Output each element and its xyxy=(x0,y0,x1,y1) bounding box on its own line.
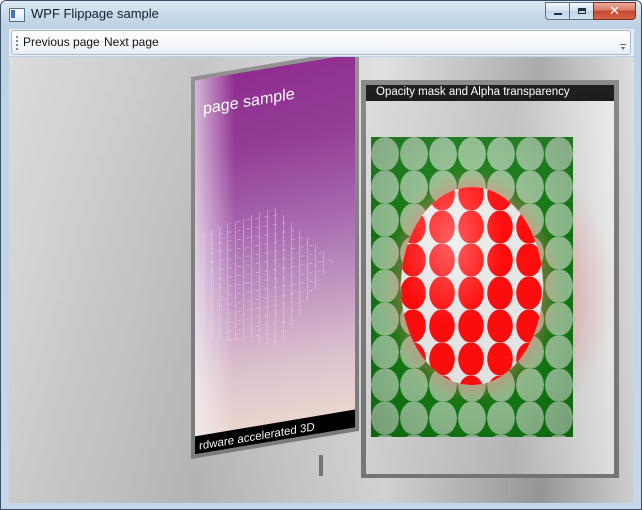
toolbar-tray: Previous page Next page xyxy=(9,29,634,56)
close-button[interactable]: ✕ xyxy=(593,2,636,20)
toolbar: Previous page Next page xyxy=(11,30,631,55)
right-page-caption-bar: Opacity mask and Alpha transparency xyxy=(366,85,614,101)
minimize-button[interactable] xyxy=(545,2,570,20)
close-icon: ✕ xyxy=(609,3,620,19)
toolbar-grip-icon[interactable] xyxy=(16,36,18,50)
left-page-flipping[interactable]: page sample rdware accelerated 3D xyxy=(191,57,359,459)
app-window: WPF Flippage sample ✕ Previous page Next… xyxy=(0,0,642,510)
maximize-icon xyxy=(577,8,586,14)
title-bar[interactable]: WPF Flippage sample ✕ xyxy=(1,1,641,28)
next-page-button[interactable]: Next page xyxy=(104,35,159,49)
app-window-icon[interactable] xyxy=(9,8,25,22)
maximize-button[interactable] xyxy=(569,2,594,20)
right-page-caption: Opacity mask and Alpha transparency xyxy=(376,86,570,98)
opacity-mask-ellipse xyxy=(401,187,543,385)
minimize-icon xyxy=(553,13,562,15)
toolbar-overflow-icon[interactable] xyxy=(619,34,627,51)
book-viewport: Opacity mask and Alpha transparency page… xyxy=(9,57,634,503)
book-spine xyxy=(319,455,323,476)
previous-page-button[interactable]: Previous page xyxy=(23,35,100,49)
window-title: WPF Flippage sample xyxy=(31,6,159,21)
